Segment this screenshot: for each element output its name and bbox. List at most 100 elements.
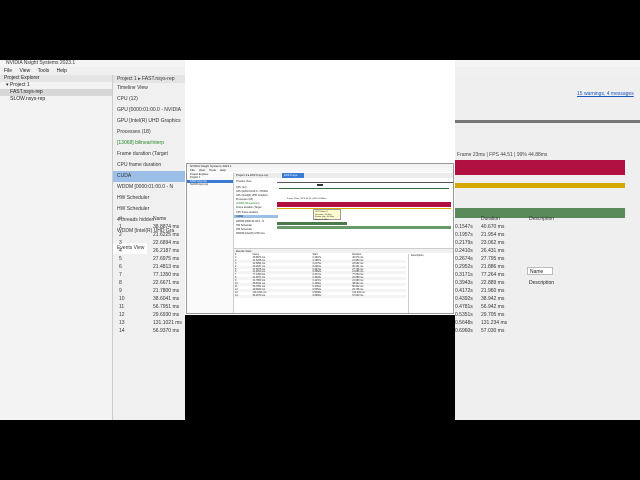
timeline-row[interactable]: HW Scheduler: [113, 204, 185, 215]
timeline-row[interactable]: CUDA: [113, 171, 185, 182]
bg-cell-start: 0.2952s: [455, 264, 473, 270]
cell-duration: 57.030 ms: [351, 294, 406, 298]
bg-table-row-right[interactable]: 0.6960s 57.030 ms: [455, 327, 640, 335]
bg-table-row[interactable]: 12 29.6930 ms: [113, 311, 185, 319]
project-node[interactable]: ▾ Project 1: [0, 82, 112, 89]
thumb-menu-file[interactable]: File: [190, 168, 195, 172]
bg-table-row-right[interactable]: 0.2179s 23.062 ms: [455, 239, 640, 247]
bg-table-row[interactable]: 11 56.7951 ms: [113, 303, 185, 311]
thumb-tooltip: CPU frame 4 Duration: 22.4ms Frame rate:…: [313, 209, 341, 221]
thumb-events-view[interactable]: Events View: [234, 249, 453, 253]
thumb-timeline: Timeline View CPU (12) GPU [0000:01:00.0…: [234, 178, 453, 240]
thumb-file-slow[interactable]: SLOW.nsys-rep: [187, 183, 233, 186]
bg-cell-index: 13: [119, 320, 125, 326]
menu-help[interactable]: Help: [57, 68, 67, 74]
thumb-gpu-bar[interactable]: [277, 222, 347, 225]
bg-cell-name: 29.6930 ms: [153, 312, 180, 318]
timeline-row[interactable]: WDDM [0000:01:00.0 - N: [113, 182, 185, 193]
cell-index: 14: [234, 294, 252, 298]
thumb-frame-bar[interactable]: [277, 202, 451, 207]
menu-view[interactable]: View: [19, 68, 30, 74]
bg-cell-start: 0.2179s: [455, 240, 473, 246]
bg-table-row[interactable]: 6 21.4813 ms: [113, 263, 185, 271]
bg-table-row-right[interactable]: 0.4781s 56.942 ms: [455, 303, 640, 311]
thumb-row: Frame duration (Target: [236, 206, 262, 209]
warnings-link[interactable]: 15 warnings, 4 messages: [577, 91, 634, 97]
thumb-timeline-area[interactable]: Frame 23ms | FPS 44.51 | 99% 44.88ms CPU…: [277, 178, 453, 240]
bg-table-row[interactable]: 7 77.1350 ms: [113, 271, 185, 279]
bg-table-row-right[interactable]: 0.5351s 29.705 ms: [455, 311, 640, 319]
file-item-slow[interactable]: SLOW.nsys-rep: [0, 96, 112, 103]
bg-cell-name: 22.6671 ms: [153, 280, 180, 286]
bg-cell-name: 21.4813 ms: [153, 264, 180, 270]
bg-cell-index: 12: [119, 312, 125, 318]
menu-tools[interactable]: Tools: [38, 68, 50, 74]
thumb-row: CPU (12): [236, 186, 247, 189]
frame-duration-bar[interactable]: [455, 160, 625, 175]
menu-file[interactable]: File: [4, 68, 12, 74]
thumb-project-explorer: Project Explorer Project 1 FAST.nsys-rep…: [187, 173, 234, 313]
timeline-row[interactable]: CPU (12): [113, 94, 185, 105]
bg-cell-duration: 26.431 ms: [481, 248, 505, 254]
timeline-row[interactable]: Frame duration (Target: [113, 149, 185, 160]
bg-cell-name: 21.6225 ms: [153, 232, 180, 238]
bg-table-row-right[interactable]: 0.2952s 21.886 ms: [455, 263, 640, 271]
thumb-menu-help[interactable]: Help: [220, 168, 226, 172]
bg-cell-start: 0.5648s: [455, 320, 473, 326]
bg-table-row[interactable]: 3 22.6894 ms: [113, 239, 185, 247]
thumb-menu-bar: File View Tools Help: [187, 168, 453, 172]
bg-table-row-right[interactable]: 0.3171s 77.264 ms: [455, 271, 640, 279]
bg-table-row-right[interactable]: 0.3943s 22.889 ms: [455, 279, 640, 287]
bg-col-index: #: [119, 216, 122, 222]
timeline-view-dropdown[interactable]: Timeline View: [113, 83, 185, 94]
frame-marker-strip: [455, 183, 625, 188]
bg-table-row-right[interactable]: 0.4172s 21.960 ms: [455, 287, 640, 295]
events-table-bg-right: Duration Description 0.1547s 40.670 ms 0.195…: [455, 215, 640, 335]
bg-cell-duration: 27.795 ms: [481, 256, 505, 262]
bg-cell-index: 4: [119, 248, 122, 254]
bg-cell-index: 10: [119, 296, 125, 302]
thumb-row: GPU [0000:01:00.0 - NVIDIA: [236, 190, 268, 193]
thumb-range-marker: [317, 184, 323, 186]
project-explorer-header: Project Explorer: [0, 75, 112, 82]
bg-cell-start: 0.2674s: [455, 256, 473, 262]
thumb-menu-tools[interactable]: Tools: [209, 168, 216, 172]
bg-table-row[interactable]: 2 21.6225 ms: [113, 231, 185, 239]
timeline-row[interactable]: [13068] bilinearInterp: [113, 138, 185, 149]
bg-table-row-right[interactable]: 0.1547s 40.670 ms: [455, 223, 640, 231]
table-row[interactable]: 14 56.9370 ms 0.6960s 57.030 ms: [234, 294, 406, 298]
timeline-row[interactable]: Processes (18): [113, 127, 185, 138]
bg-cell-duration: 56.942 ms: [481, 304, 505, 310]
bg-table-row-right[interactable]: 0.4392s 38.942 ms: [455, 295, 640, 303]
bg-table-row[interactable]: 4 26.2187 ms: [113, 247, 185, 255]
bg-table-row[interactable]: 13 131.1021 ms: [113, 319, 185, 327]
file-item-fast[interactable]: FAST.nsys-rep: [0, 89, 112, 96]
timeline-row[interactable]: GPU [Intel(R) UHD Graphics: [113, 116, 185, 127]
bg-table-row[interactable]: 10 38.6041 ms: [113, 295, 185, 303]
bg-col-name: Name: [153, 216, 167, 222]
bg-cell-index: 5: [119, 256, 122, 262]
timeline-row[interactable]: GPU [0000:01:00.0 - NVIDIA: [113, 105, 185, 116]
thumb-menu-view[interactable]: View: [199, 168, 205, 172]
cell-start: 0.6960s: [311, 294, 352, 298]
bg-table-header: # Name: [113, 215, 185, 223]
bg-table-row[interactable]: 1 38.8874 ms: [113, 223, 185, 231]
bg-cell-index: 3: [119, 240, 122, 246]
bg-table-row-right[interactable]: 0.2674s 27.795 ms: [455, 255, 640, 263]
bg-table-row[interactable]: 8 22.6671 ms: [113, 279, 185, 287]
bg-cell-name: 56.7951 ms: [153, 304, 180, 310]
bg-table-row[interactable]: 14 56.9370 ms: [113, 327, 185, 335]
bg-table-row-right[interactable]: 0.5648s 131.234 ms: [455, 319, 640, 327]
bg-cell-duration: 29.705 ms: [481, 312, 505, 318]
bg-col-description: Description: [529, 216, 555, 222]
bg-table-row-right[interactable]: 0.2410s 26.431 ms: [455, 247, 640, 255]
bg-table-row[interactable]: 9 21.7800 ms: [113, 287, 185, 295]
thumb-timeline-view[interactable]: Timeline View: [234, 180, 278, 183]
bg-table-row[interactable]: 5 27.6975 ms: [113, 255, 185, 263]
bg-cell-name: 56.9370 ms: [153, 328, 180, 334]
report-tab[interactable]: Project 1 ▸ FAST.nsys-rep: [113, 75, 185, 83]
thumb-gpu-bar-2[interactable]: [277, 226, 451, 229]
timeline-row[interactable]: CPU frame duration: [113, 160, 185, 171]
bg-table-row-right[interactable]: 0.1957s 21.954 ms: [455, 231, 640, 239]
timeline-row[interactable]: HW Scheduler: [113, 193, 185, 204]
